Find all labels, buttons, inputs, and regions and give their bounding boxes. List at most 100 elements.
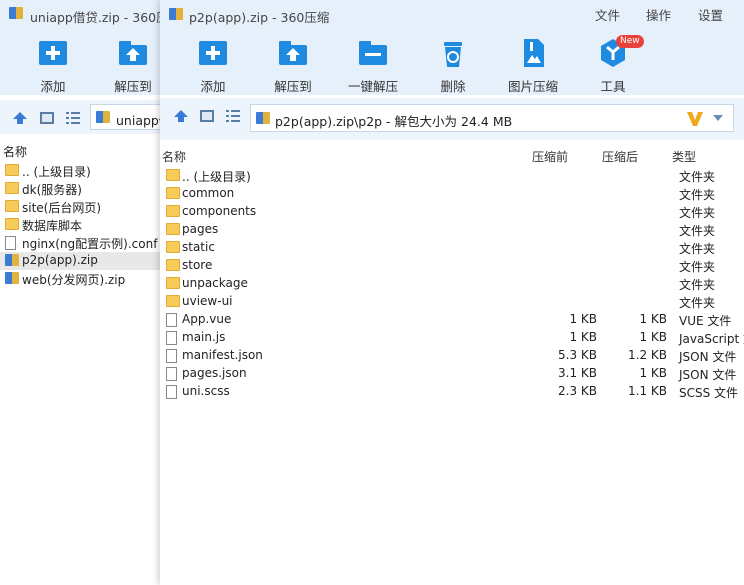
row-name: manifest.json: [182, 348, 263, 362]
menu-operate[interactable]: 操作: [646, 5, 671, 24]
delete-icon: [444, 42, 462, 67]
row-name: store: [182, 258, 213, 272]
back-item-name: p2p(app).zip: [22, 253, 98, 267]
list-view-icon[interactable]: [66, 112, 80, 124]
column-type[interactable]: 类型: [672, 148, 696, 165]
table-row[interactable]: pages.json 3.1 KB 1 KB JSON 文件: [160, 365, 744, 383]
back-list-item[interactable]: site(后台网页): [0, 198, 160, 216]
add-button[interactable]: 添加: [170, 36, 256, 94]
back-list-item[interactable]: p2p(app).zip: [0, 252, 160, 270]
menu-file[interactable]: 文件: [595, 5, 620, 24]
archive-icon: [5, 254, 19, 266]
folder-icon: [166, 295, 180, 307]
folder-icon: [166, 169, 180, 181]
folder-icon: [166, 277, 180, 289]
folder-icon: [166, 259, 180, 271]
thumbnail-view-icon[interactable]: [40, 112, 54, 124]
back-list-item[interactable]: web(分发网页).zip: [0, 270, 160, 288]
row-name: static: [182, 240, 215, 254]
row-name: components: [182, 204, 257, 218]
row-type: VUE 文件: [679, 314, 732, 328]
folder-icon: [5, 164, 19, 176]
back-item-name: .. (上级目录): [22, 165, 91, 179]
table-row[interactable]: .. (上级目录) 文件夹: [160, 167, 744, 185]
thumbnail-view-icon[interactable]: [200, 110, 214, 122]
archive-icon: [5, 272, 19, 284]
table-row[interactable]: uview-ui 文件夹: [160, 293, 744, 311]
up-arrow-icon[interactable]: [174, 110, 188, 122]
tools-button[interactable]: New 工具: [570, 35, 656, 94]
row-name: common: [182, 186, 235, 200]
table-row[interactable]: unpackage 文件夹: [160, 275, 744, 293]
row-name: .. (上级目录): [182, 170, 251, 184]
archive-icon: [9, 7, 23, 19]
file-icon: [166, 349, 177, 363]
row-type: 文件夹: [679, 206, 716, 220]
new-badge: New: [616, 35, 644, 48]
table-row[interactable]: static 文件夹: [160, 239, 744, 257]
table-row[interactable]: uni.scss 2.3 KB 1.1 KB SCSS 文件: [160, 383, 744, 401]
extract-to-button[interactable]: 解压到: [250, 36, 336, 94]
row-size-before: 1 KB: [569, 312, 597, 326]
one-click-extract-button[interactable]: 一键解压: [330, 36, 416, 94]
column-after[interactable]: 压缩后: [602, 148, 638, 165]
menu-settings[interactable]: 设置: [698, 5, 723, 24]
back-column-name[interactable]: 名称: [3, 143, 27, 160]
column-before[interactable]: 压缩前: [532, 148, 568, 165]
back-list-item[interactable]: nginx(ng配置示例).conf: [0, 234, 160, 252]
back-list-item[interactable]: .. (上级目录): [0, 162, 160, 180]
table-row[interactable]: pages 文件夹: [160, 221, 744, 239]
table-row[interactable]: components 文件夹: [160, 203, 744, 221]
row-type: 文件夹: [679, 224, 716, 238]
v-logo-icon[interactable]: [687, 112, 703, 126]
row-name: uni.scss: [182, 384, 230, 398]
row-name: main.js: [182, 330, 226, 344]
row-type: JSON 文件: [679, 368, 737, 382]
back-list-item[interactable]: 数据库脚本: [0, 216, 160, 234]
one-click-extract-icon: [359, 41, 387, 65]
back-address-bar: uniapp借贷: [0, 100, 170, 134]
row-type: JSON 文件: [679, 350, 737, 364]
back-item-name: 数据库脚本: [22, 219, 83, 233]
back-item-name: web(分发网页).zip: [22, 273, 126, 287]
row-name: unpackage: [182, 276, 248, 290]
front-window-title: p2p(app).zip - 360压缩: [189, 10, 330, 25]
row-size-after: 1 KB: [639, 330, 667, 344]
row-size-before: 5.3 KB: [558, 348, 597, 362]
row-type: 文件夹: [679, 242, 716, 256]
list-view-icon[interactable]: [226, 110, 240, 122]
table-row[interactable]: App.vue 1 KB 1 KB VUE 文件: [160, 311, 744, 329]
column-name[interactable]: 名称: [162, 148, 186, 165]
back-add-button[interactable]: 添加: [10, 36, 96, 94]
folder-icon: [5, 218, 19, 230]
back-list-item[interactable]: dk(服务器): [0, 180, 160, 198]
folder-icon: [166, 223, 180, 235]
row-type: JavaScript 文件: [679, 332, 744, 346]
address-field[interactable]: p2p(app).zip\p2p - 解包大小为 24.4 MB: [250, 104, 734, 132]
row-name: uview-ui: [182, 294, 233, 308]
row-size-before: 1 KB: [569, 330, 597, 344]
back-address-field[interactable]: uniapp借贷: [90, 104, 170, 130]
file-icon: [166, 313, 177, 327]
row-type: 文件夹: [679, 260, 716, 274]
chevron-down-icon[interactable]: [713, 115, 723, 121]
table-row[interactable]: main.js 1 KB 1 KB JavaScript 文件: [160, 329, 744, 347]
image-compress-button[interactable]: 图片压缩: [490, 36, 576, 94]
delete-button[interactable]: 删除: [410, 36, 496, 94]
back-extract-to-button[interactable]: 解压到: [90, 36, 170, 94]
up-arrow-icon[interactable]: [13, 112, 27, 124]
row-type: 文件夹: [679, 296, 716, 310]
back-item-name: nginx(ng配置示例).conf: [22, 237, 158, 251]
table-row[interactable]: manifest.json 5.3 KB 1.2 KB JSON 文件: [160, 347, 744, 365]
row-size-before: 3.1 KB: [558, 366, 597, 380]
back-window-title: uniapp借贷.zip - 360压缩: [30, 10, 170, 25]
row-type: 文件夹: [679, 170, 716, 184]
table-row[interactable]: common 文件夹: [160, 185, 744, 203]
row-size-after: 1.1 KB: [628, 384, 667, 398]
file-icon: [5, 236, 16, 250]
back-item-name: site(后台网页): [22, 201, 102, 215]
extract-to-icon: [279, 41, 307, 65]
table-row[interactable]: store 文件夹: [160, 257, 744, 275]
row-size-before: 2.3 KB: [558, 384, 597, 398]
image-compress-icon: [524, 39, 544, 67]
